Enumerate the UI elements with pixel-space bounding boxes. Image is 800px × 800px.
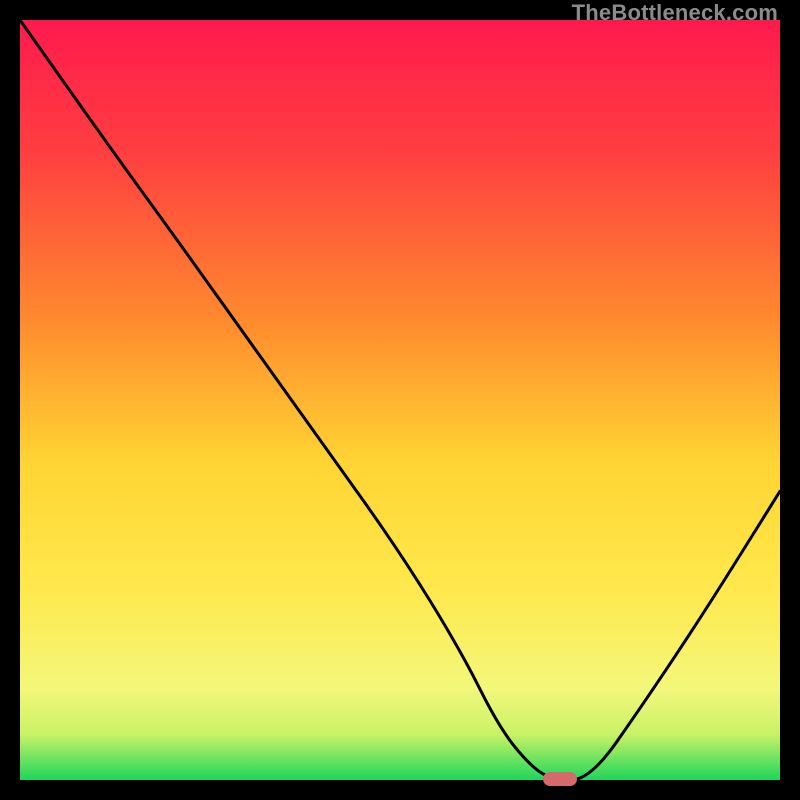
chart-background xyxy=(20,20,780,780)
optimal-marker xyxy=(543,772,577,786)
watermark-text: TheBottleneck.com xyxy=(572,0,778,26)
chart-frame xyxy=(20,20,780,780)
